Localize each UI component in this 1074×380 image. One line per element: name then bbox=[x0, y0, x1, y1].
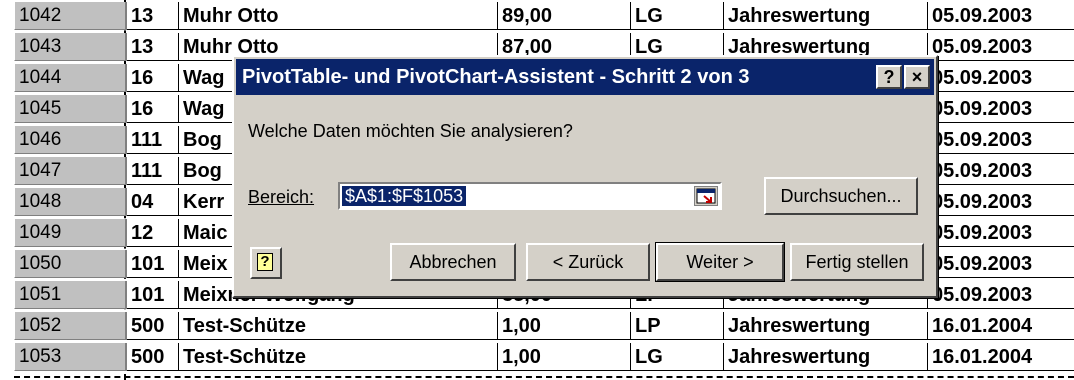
table-cell[interactable]: 05.09.2003 bbox=[928, 219, 1074, 247]
question-label: Welche Daten möchten Sie analysieren? bbox=[248, 121, 573, 141]
table-cell[interactable]: 13 bbox=[127, 33, 179, 61]
table-cell[interactable]: Jahreswertung bbox=[724, 312, 928, 340]
range-select-icon[interactable] bbox=[694, 186, 718, 206]
table-cell[interactable]: Test-Schütze bbox=[179, 343, 498, 371]
next-button[interactable]: Weiter > bbox=[655, 242, 785, 282]
table-cell[interactable]: 05.09.2003 bbox=[928, 95, 1074, 123]
row-header[interactable]: 1053 bbox=[14, 343, 127, 371]
browse-button[interactable]: Durchsuchen... bbox=[764, 177, 918, 215]
table-row: 1052 500 Test-Schütze 1,00 LP Jahreswertung 16… bbox=[0, 312, 1074, 340]
table-cell[interactable]: Test-Schütze bbox=[179, 312, 498, 340]
table-cell[interactable]: LG bbox=[631, 2, 724, 30]
table-cell[interactable]: 05.09.2003 bbox=[928, 126, 1074, 154]
table-cell[interactable]: Jahreswertung bbox=[724, 343, 928, 371]
table-cell[interactable]: Muhr Otto bbox=[179, 2, 498, 30]
help-button[interactable]: ? bbox=[250, 247, 282, 279]
table-cell[interactable]: 05.09.2003 bbox=[928, 188, 1074, 216]
table-cell[interactable]: 05.09.2003 bbox=[928, 33, 1074, 61]
table-cell[interactable]: 500 bbox=[127, 312, 179, 340]
dialog-title: PivotTable- und PivotChart-Assistent - S… bbox=[242, 66, 750, 88]
table-cell[interactable]: 101 bbox=[127, 281, 179, 309]
row-header[interactable]: 1043 bbox=[14, 33, 127, 61]
table-cell[interactable]: LG bbox=[631, 343, 724, 371]
table-cell[interactable]: LP bbox=[631, 312, 724, 340]
table-cell[interactable]: 05.09.2003 bbox=[928, 250, 1074, 278]
table-cell[interactable]: 16.01.2004 bbox=[928, 312, 1074, 340]
row-header[interactable]: 1044 bbox=[14, 64, 127, 92]
close-button[interactable]: × bbox=[904, 65, 930, 89]
table-cell[interactable]: 101 bbox=[127, 250, 179, 278]
row-header[interactable]: 1048 bbox=[14, 188, 127, 216]
row-header[interactable]: 1045 bbox=[14, 95, 127, 123]
table-cell[interactable]: 89,00 bbox=[498, 2, 631, 30]
pivot-wizard-dialog: PivotTable- und PivotChart-Assistent - S… bbox=[232, 55, 938, 298]
table-cell[interactable]: 16 bbox=[127, 95, 179, 123]
table-row: 1053 500 Test-Schütze 1,00 LG Jahreswertung 16… bbox=[0, 343, 1074, 371]
row-header[interactable]: 1050 bbox=[14, 250, 127, 278]
title-help-button[interactable]: ? bbox=[876, 65, 902, 89]
table-cell[interactable]: 05.09.2003 bbox=[928, 281, 1074, 309]
table-cell[interactable]: 04 bbox=[127, 188, 179, 216]
table-cell[interactable]: 13 bbox=[127, 2, 179, 30]
finish-button[interactable]: Fertig stellen bbox=[790, 243, 924, 281]
row-header[interactable]: 1046 bbox=[14, 126, 127, 154]
table-cell[interactable]: 05.09.2003 bbox=[928, 64, 1074, 92]
dialog-titlebar: PivotTable- und PivotChart-Assistent - S… bbox=[236, 59, 934, 95]
row-header[interactable]: 1052 bbox=[14, 312, 127, 340]
table-cell[interactable]: 05.09.2003 bbox=[928, 157, 1074, 185]
table-row: 1042 13 Muhr Otto 89,00 LG Jahreswertung 05.09… bbox=[0, 2, 1074, 30]
row-header[interactable]: 1051 bbox=[14, 281, 127, 309]
range-input[interactable]: $A$1:$F$1053 bbox=[338, 182, 722, 210]
row-header[interactable]: 1047 bbox=[14, 157, 127, 185]
table-cell[interactable]: 111 bbox=[127, 126, 179, 154]
table-cell[interactable]: 05.09.2003 bbox=[928, 2, 1074, 30]
table-cell[interactable]: 1,00 bbox=[498, 343, 631, 371]
row-header[interactable]: 1049 bbox=[14, 219, 127, 247]
range-label-text: Bereich: bbox=[248, 187, 315, 207]
back-button[interactable]: < Zurück bbox=[526, 243, 650, 281]
row-header[interactable]: 1042 bbox=[14, 2, 127, 30]
table-cell[interactable]: 500 bbox=[127, 343, 179, 371]
table-cell[interactable]: 111 bbox=[127, 157, 179, 185]
cancel-button[interactable]: Abbrechen bbox=[390, 243, 516, 281]
table-cell[interactable]: Jahreswertung bbox=[724, 2, 928, 30]
table-cell[interactable]: 16 bbox=[127, 64, 179, 92]
table-cell[interactable]: 1,00 bbox=[498, 312, 631, 340]
range-selection-border bbox=[14, 376, 1074, 378]
range-input-value: $A$1:$F$1053 bbox=[342, 186, 467, 206]
table-cell[interactable]: 16.01.2004 bbox=[928, 343, 1074, 371]
table-cell[interactable]: 12 bbox=[127, 219, 179, 247]
help-icon: ? bbox=[257, 253, 273, 271]
range-label: Bereich: bbox=[248, 187, 314, 208]
